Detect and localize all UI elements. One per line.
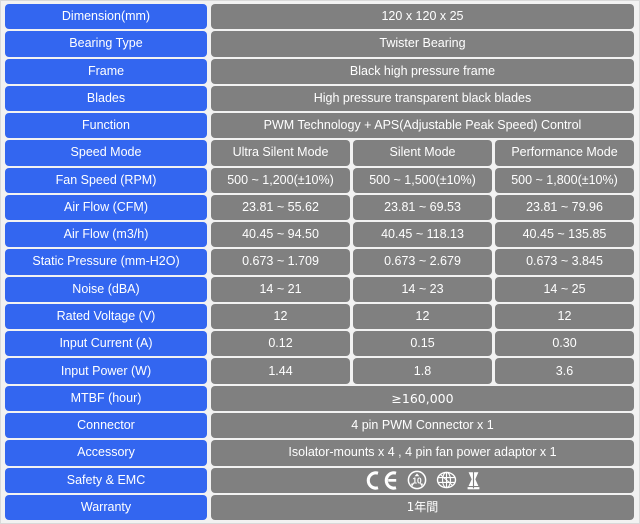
- spec-value: 0.15: [353, 331, 492, 357]
- spec-value: Twister Bearing: [211, 31, 634, 57]
- mode-columns: Ultra Silent Mode Silent Mode Performanc…: [211, 140, 634, 166]
- table-row: Warranty 1年間: [5, 494, 634, 521]
- spec-value: 14 ~ 25: [495, 276, 634, 302]
- mode-columns: 40.45 ~ 94.50 40.45 ~ 118.13 40.45 ~ 135…: [211, 222, 634, 248]
- spec-value: 1.44: [211, 358, 350, 384]
- table-row: Blades High pressure transparent black b…: [5, 85, 634, 112]
- spec-label: Safety & EMC: [5, 467, 207, 493]
- spec-value: 0.673 ~ 3.845: [495, 249, 634, 275]
- spec-value: 14 ~ 21: [211, 276, 350, 302]
- svg-text:10: 10: [412, 476, 422, 486]
- table-row: Air Flow (m3/h) 40.45 ~ 94.50 40.45 ~ 11…: [5, 222, 634, 248]
- spec-value: 4 pin PWM Connector x 1: [211, 412, 634, 439]
- spec-label: Frame: [5, 58, 207, 84]
- table-row: Accessory Isolator-mounts x 4 , 4 pin fa…: [5, 440, 634, 466]
- spec-label: Air Flow (m3/h): [5, 222, 207, 248]
- spec-value: 500 ~ 1,200(±10%): [211, 167, 350, 193]
- spec-label: Function: [5, 113, 207, 139]
- table-row: Rated Voltage (V) 12 12 12: [5, 303, 634, 330]
- spec-value: 12: [211, 303, 350, 330]
- spec-label: Warranty: [5, 494, 207, 521]
- spec-label: Rated Voltage (V): [5, 303, 207, 330]
- spec-label: Blades: [5, 85, 207, 112]
- spec-value: 0.12: [211, 331, 350, 357]
- spec-value: High pressure transparent black blades: [211, 85, 634, 112]
- spec-value: 23.81 ~ 55.62: [211, 194, 350, 221]
- table-row: Input Power (W) 1.44 1.8 3.6: [5, 358, 634, 384]
- mode-columns: 23.81 ~ 55.62 23.81 ~ 69.53 23.81 ~ 79.9…: [211, 194, 634, 221]
- spec-value: 40.45 ~ 135.85: [495, 222, 634, 248]
- table-row: Connector 4 pin PWM Connector x 1: [5, 412, 634, 439]
- spec-value: ≥160,000: [211, 385, 634, 411]
- spec-label: MTBF (hour): [5, 385, 207, 411]
- spec-value: Isolator-mounts x 4 , 4 pin fan power ad…: [211, 440, 634, 466]
- spec-value: 23.81 ~ 79.96: [495, 194, 634, 221]
- mode-columns: 1.44 1.8 3.6: [211, 358, 634, 384]
- spec-value: 40.45 ~ 94.50: [211, 222, 350, 248]
- spec-value: 0.673 ~ 1.709: [211, 249, 350, 275]
- spec-value: 0.673 ~ 2.679: [353, 249, 492, 275]
- ce-mark-icon: [364, 470, 398, 490]
- spec-label: Static Pressure (mm-H2O): [5, 249, 207, 275]
- spec-value: 500 ~ 1,500(±10%): [353, 167, 492, 193]
- spec-value: 500 ~ 1,800(±10%): [495, 167, 634, 193]
- spec-value: 40.45 ~ 118.13: [353, 222, 492, 248]
- spec-value: 0.30: [495, 331, 634, 357]
- table-row: Air Flow (CFM) 23.81 ~ 55.62 23.81 ~ 69.…: [5, 194, 634, 221]
- table-row: Safety & EMC 10: [5, 467, 634, 493]
- mode-column-header: Ultra Silent Mode: [211, 140, 350, 166]
- mode-column-header: Performance Mode: [495, 140, 634, 166]
- weee-crossed-bin-icon: [466, 470, 481, 490]
- spec-label: Bearing Type: [5, 31, 207, 57]
- spec-label: Speed Mode: [5, 140, 207, 166]
- certification-marks: 10: [211, 467, 634, 493]
- mode-columns: 0.12 0.15 0.30: [211, 331, 634, 357]
- spec-value: 120 x 120 x 25: [211, 4, 634, 30]
- table-row: Speed Mode Ultra Silent Mode Silent Mode…: [5, 140, 634, 166]
- spec-label: Connector: [5, 412, 207, 439]
- mode-columns: 500 ~ 1,200(±10%) 500 ~ 1,500(±10%) 500 …: [211, 167, 634, 193]
- table-row: Static Pressure (mm-H2O) 0.673 ~ 1.709 0…: [5, 249, 634, 275]
- spec-value: PWM Technology + APS(Adjustable Peak Spe…: [211, 113, 634, 139]
- spec-label: Input Current (A): [5, 331, 207, 357]
- spec-value: 14 ~ 23: [353, 276, 492, 302]
- spec-value: 1年間: [211, 494, 634, 521]
- spec-value: 12: [495, 303, 634, 330]
- spec-label: Fan Speed (RPM): [5, 167, 207, 193]
- spec-label: Accessory: [5, 440, 207, 466]
- table-row: Frame Black high pressure frame: [5, 58, 634, 84]
- table-row: Dimension(mm) 120 x 120 x 25: [5, 4, 634, 30]
- spec-value: Black high pressure frame: [211, 58, 634, 84]
- spec-value: 23.81 ~ 69.53: [353, 194, 492, 221]
- mode-columns: 14 ~ 21 14 ~ 23 14 ~ 25: [211, 276, 634, 302]
- spec-label: Input Power (W): [5, 358, 207, 384]
- spec-value: 3.6: [495, 358, 634, 384]
- mode-columns: 12 12 12: [211, 303, 634, 330]
- ccc-globe-mark-icon: [436, 470, 457, 490]
- rohs-10-mark-icon: 10: [407, 470, 427, 490]
- table-row: MTBF (hour) ≥160,000: [5, 385, 634, 411]
- table-row: Input Current (A) 0.12 0.15 0.30: [5, 331, 634, 357]
- table-row: Bearing Type Twister Bearing: [5, 31, 634, 57]
- specification-table: Dimension(mm) 120 x 120 x 25 Bearing Typ…: [0, 0, 640, 524]
- spec-value: 12: [353, 303, 492, 330]
- spec-label: Noise (dBA): [5, 276, 207, 302]
- table-row: Noise (dBA) 14 ~ 21 14 ~ 23 14 ~ 25: [5, 276, 634, 302]
- table-row: Function PWM Technology + APS(Adjustable…: [5, 113, 634, 139]
- spec-label: Air Flow (CFM): [5, 194, 207, 221]
- table-row: Fan Speed (RPM) 500 ~ 1,200(±10%) 500 ~ …: [5, 167, 634, 193]
- mode-columns: 0.673 ~ 1.709 0.673 ~ 2.679 0.673 ~ 3.84…: [211, 249, 634, 275]
- spec-value: 1.8: [353, 358, 492, 384]
- spec-label: Dimension(mm): [5, 4, 207, 30]
- mode-column-header: Silent Mode: [353, 140, 492, 166]
